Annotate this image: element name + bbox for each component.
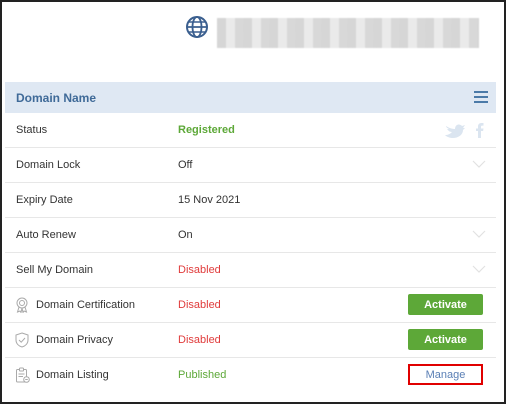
twitter-icon[interactable] [445,124,465,138]
domain-panel: Domain Name Status Registered Domain Loc… [0,0,506,404]
chevron-down-icon[interactable] [472,265,486,273]
row-domain-listing: Domain Listing Published Manage [5,358,496,393]
chevron-down-icon[interactable] [472,160,486,168]
shield-check-icon [15,332,29,348]
row-label: Sell My Domain [16,264,94,276]
certification-value: Disabled [178,299,221,311]
hamburger-menu-icon[interactable] [474,91,488,103]
row-label: Domain Lock [16,159,81,171]
domain-details-list: Status Registered Domain Lock Off Expiry… [5,113,496,393]
row-label: Status [16,124,48,136]
globe-icon [186,16,208,38]
sell-domain-value: Disabled [178,264,221,276]
redacted-domain-name [217,18,479,48]
row-sell-my-domain[interactable]: Sell My Domain Disabled [5,253,496,288]
row-label: Domain Privacy [36,334,114,346]
status-value: Registered [178,124,235,136]
row-label: Auto Renew [16,229,76,241]
expiry-date-value: 15 Nov 2021 [178,194,241,206]
ribbon-badge-icon [16,297,28,313]
row-status: Status Registered [5,113,496,148]
row-label: Domain Certification [36,299,136,311]
row-domain-privacy: Domain Privacy Disabled Activate [5,323,496,358]
section-header: Domain Name [5,82,496,113]
privacy-value: Disabled [178,334,221,346]
facebook-icon[interactable] [476,123,484,138]
row-label: Expiry Date [16,194,73,206]
row-label: Domain Listing [36,369,109,381]
section-title: Domain Name [16,90,97,105]
domain-header-area [2,2,504,82]
activate-certification-button[interactable]: Activate [408,294,483,315]
activate-privacy-button[interactable]: Activate [408,329,483,350]
auto-renew-value: On [178,229,193,241]
row-domain-certification: Domain Certification Disabled Activate [5,288,496,323]
listing-value: Published [178,369,227,381]
domain-lock-value: Off [178,159,193,171]
row-expiry-date: Expiry Date 15 Nov 2021 [5,183,496,218]
row-domain-lock[interactable]: Domain Lock Off [5,148,496,183]
row-auto-renew[interactable]: Auto Renew On [5,218,496,253]
manage-listing-button[interactable]: Manage [408,364,483,385]
chevron-down-icon[interactable] [472,230,486,238]
social-share-icons [445,123,484,138]
clipboard-list-icon [16,367,30,383]
